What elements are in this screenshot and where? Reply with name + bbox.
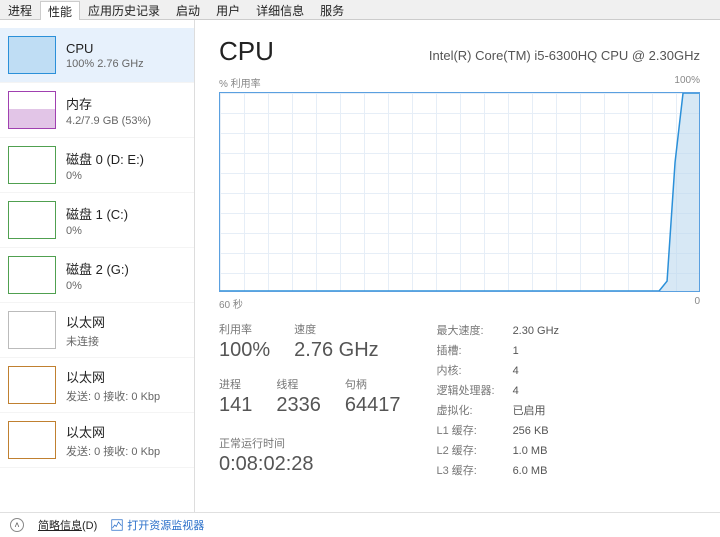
tab-0[interactable]: 进程: [0, 0, 40, 19]
footer: ˄ 简略信息(D) 打开资源监视器: [0, 512, 720, 537]
stat-block: 句柄64417: [345, 376, 401, 417]
sidebar-item-sub: 发送: 0 接收: 0 Kbp: [66, 443, 160, 459]
sidebar-item-6[interactable]: 以太网发送: 0 接收: 0 Kbp: [0, 358, 194, 413]
sidebar-item-sub: 未连接: [66, 333, 105, 349]
stat-block: 速度2.76 GHz: [294, 321, 378, 362]
sidebar-item-0[interactable]: CPU 100% 2.76 GHz: [0, 28, 194, 83]
spec-label: 最大速度:: [437, 321, 495, 341]
sidebar-item-3[interactable]: 磁盘 1 (C:) 0%: [0, 193, 194, 248]
cpu-chart: [219, 92, 700, 292]
uptime-value: 0:08:02:28: [219, 453, 401, 476]
tab-1[interactable]: 性能: [40, 1, 80, 20]
spec-value: 1.0 MB: [513, 441, 559, 461]
sidebar-item-title: CPU: [66, 41, 144, 56]
spec-label: 内核:: [437, 361, 495, 381]
sidebar-item-sub: 0%: [66, 280, 129, 292]
sidebar: CPU 100% 2.76 GHz 内存 4.2/7.9 GB (53%) 磁盘 0 (…: [0, 20, 195, 512]
cpu-model: Intel(R) Core(TM) i5-6300HQ CPU @ 2.30GH…: [429, 48, 700, 63]
perf-icon: [111, 519, 123, 531]
page-title: CPU: [219, 36, 274, 67]
sidebar-item-title: 以太网: [66, 312, 105, 331]
spec-value: 2.30 GHz: [513, 321, 559, 341]
stat-block: 进程141: [219, 376, 252, 417]
sidebar-item-1[interactable]: 内存 4.2/7.9 GB (53%): [0, 83, 194, 138]
sidebar-item-sub: 4.2/7.9 GB (53%): [66, 115, 151, 127]
axis-bottom-left: 60 秒: [219, 296, 243, 311]
stat-block: 线程2336: [276, 376, 321, 417]
tab-bar: 进程性能应用历史记录启动用户详细信息服务: [0, 0, 720, 20]
main-panel: CPU Intel(R) Core(TM) i5-6300HQ CPU @ 2.…: [195, 20, 720, 512]
sidebar-item-5[interactable]: 以太网未连接: [0, 303, 194, 358]
sidebar-item-title: 磁盘 2 (G:): [66, 259, 129, 278]
spec-label: 逻辑处理器:: [437, 381, 495, 401]
sidebar-item-title: 内存: [66, 94, 151, 113]
sidebar-item-7[interactable]: 以太网发送: 0 接收: 0 Kbp: [0, 413, 194, 468]
spec-value: 4: [513, 361, 559, 381]
sidebar-item-2[interactable]: 磁盘 0 (D: E:) 0%: [0, 138, 194, 193]
sidebar-item-sub: 100% 2.76 GHz: [66, 58, 144, 70]
tab-5[interactable]: 详细信息: [248, 0, 312, 19]
spec-value: 已启用: [513, 401, 559, 421]
sidebar-item-title: 以太网: [66, 367, 160, 386]
spec-label: L3 缓存:: [437, 461, 495, 481]
sidebar-item-sub: 0%: [66, 225, 128, 237]
sidebar-item-sub: 发送: 0 接收: 0 Kbp: [66, 388, 160, 404]
tab-3[interactable]: 启动: [168, 0, 208, 19]
tab-6[interactable]: 服务: [312, 0, 352, 19]
uptime-label: 正常运行时间: [219, 435, 401, 451]
spec-label: L2 缓存:: [437, 441, 495, 461]
open-resource-monitor-link[interactable]: 打开资源监视器: [111, 517, 204, 533]
sidebar-item-title: 磁盘 0 (D: E:): [66, 149, 144, 168]
spec-value: 4: [513, 381, 559, 401]
spec-label: 虚拟化:: [437, 401, 495, 421]
sidebar-item-title: 磁盘 1 (C:): [66, 204, 128, 223]
tab-2[interactable]: 应用历史记录: [80, 0, 168, 19]
tab-4[interactable]: 用户: [208, 0, 248, 19]
spec-label: 插槽:: [437, 341, 495, 361]
axis-top-left: % 利用率: [219, 75, 261, 90]
axis-top-right: 100%: [674, 75, 700, 90]
sidebar-item-sub: 0%: [66, 170, 144, 182]
spec-value: 6.0 MB: [513, 461, 559, 481]
stat-block: 利用率100%: [219, 321, 270, 362]
sidebar-item-4[interactable]: 磁盘 2 (G:) 0%: [0, 248, 194, 303]
summary-toggle[interactable]: 简略信息(D): [38, 517, 97, 533]
spec-value: 1: [513, 341, 559, 361]
spec-value: 256 KB: [513, 421, 559, 441]
chevron-up-icon[interactable]: ˄: [10, 518, 24, 532]
spec-label: L1 缓存:: [437, 421, 495, 441]
sidebar-item-title: 以太网: [66, 422, 160, 441]
axis-bottom-right: 0: [694, 296, 700, 311]
